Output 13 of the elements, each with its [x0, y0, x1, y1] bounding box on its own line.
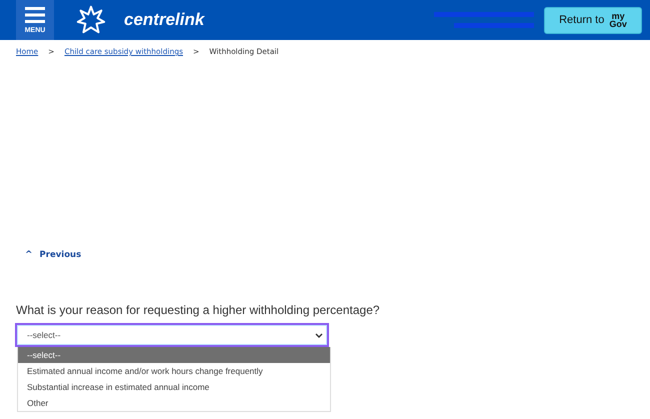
- dropdown-option[interactable]: Substantial increase in estimated annual income: [18, 379, 330, 395]
- dropdown-option[interactable]: Estimated annual income and/or work hours change frequently: [18, 363, 330, 379]
- brand-name: centrelink: [124, 10, 204, 30]
- redacted-link[interactable]: [434, 12, 534, 17]
- menu-icon: [25, 6, 45, 22]
- redacted-link[interactable]: [454, 23, 534, 28]
- previous-link[interactable]: ^ Previous: [25, 250, 82, 260]
- question-label: What is your reason for requesting a higher withholding percentage?: [16, 303, 381, 317]
- caret-icon: [315, 332, 323, 338]
- reason-dropdown[interactable]: --select--: [15, 323, 329, 347]
- dropdown-option[interactable]: --select--: [18, 347, 330, 363]
- dropdown-option[interactable]: Other: [18, 395, 330, 411]
- star-logo-icon: [76, 5, 106, 35]
